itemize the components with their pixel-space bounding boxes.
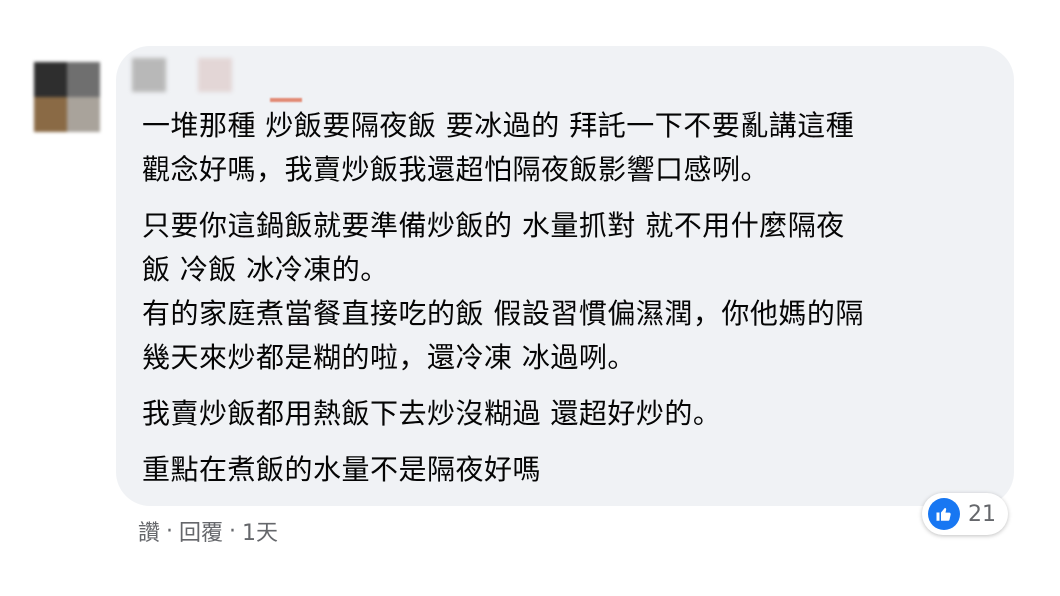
comment-line: 飯 冷飯 冰冷凍的。 <box>142 253 389 286</box>
reply-link[interactable]: 回覆 <box>179 515 223 547</box>
comment-text: 一堆那種 炒飯要隔夜飯 要冰過的 拜託一下不要亂講這種 觀念好嗎，我賣炒飯我還超… <box>142 104 1002 492</box>
redacted-block <box>198 58 232 92</box>
comment-actions: 讚 · 回覆 · 1天 <box>138 515 278 547</box>
avatar-pixel <box>67 97 100 132</box>
like-icon <box>928 498 960 530</box>
comment-line: 觀念好嗎，我賣炒飯我還超怕隔夜飯影響口感咧。 <box>142 153 770 186</box>
thumbs-up-glyph <box>936 508 951 521</box>
comment-line: 有的家庭煮當餐直接吃的飯 假設習慣偏濕潤，你他媽的隔 <box>142 297 864 330</box>
reaction-summary[interactable]: 21 <box>922 493 1008 535</box>
separator: · <box>229 518 237 544</box>
like-link[interactable]: 讚 <box>138 515 160 547</box>
avatar-pixel <box>34 62 67 97</box>
comment-line: 幾天來炒都是糊的啦，還冷凍 冰過咧。 <box>142 341 636 374</box>
comment-line: 重點在煮飯的水量不是隔夜好嗎 <box>142 453 542 486</box>
redacted-block <box>132 58 166 92</box>
timestamp-link[interactable]: 1天 <box>242 515 278 547</box>
avatar-pixel <box>67 62 100 97</box>
comment-line: 一堆那種 炒飯要隔夜飯 要冰過的 拜託一下不要亂講這種 <box>142 109 855 142</box>
avatar[interactable] <box>34 62 100 132</box>
separator: · <box>166 518 174 544</box>
redacted-accent <box>270 98 302 102</box>
comment-line: 我賣炒飯都用熱飯下去炒沒糊過 還超好炒的。 <box>142 397 722 430</box>
commenter-name-redacted[interactable] <box>132 58 232 92</box>
comment-line: 只要你這鍋飯就要準備炒飯的 水量抓對 就不用什麼隔夜 <box>142 209 845 242</box>
reaction-count: 21 <box>968 501 996 527</box>
avatar-pixel <box>34 97 67 132</box>
